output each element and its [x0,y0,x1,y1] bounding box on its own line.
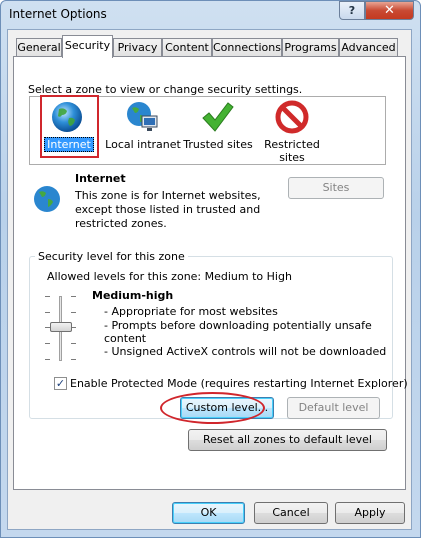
tab-general[interactable]: General [16,38,62,57]
zone-label-trusted-sites: Trusted sites [183,138,253,151]
tab-security[interactable]: Security [62,35,113,58]
tab-content[interactable]: Content [162,38,212,57]
intranet-icon [127,102,158,131]
zone-info-line-2: except those listed in trusted and [75,203,261,216]
default-level-button[interactable]: Default level [287,397,380,419]
zone-trusted-sites[interactable] [200,100,234,134]
level-point-4: - Unsigned ActiveX controls will not be … [104,345,387,358]
sites-button[interactable]: Sites [288,177,384,199]
security-level-group-title: Security level for this zone [35,250,188,263]
tab-advanced[interactable]: Advanced [339,38,398,57]
help-button[interactable]: ? [339,1,365,20]
zone-info-globe-icon [32,184,62,214]
protected-mode-checkbox[interactable]: ✓ [54,377,67,390]
zone-local-intranet[interactable] [125,100,161,134]
zone-info-line-1: This zone is for Internet websites, [75,189,261,202]
red-highlight-oval [160,392,265,424]
reset-all-zones-button[interactable]: Reset all zones to default level [188,429,387,451]
security-level-slider-thumb[interactable] [50,322,72,332]
title-bar[interactable]: Internet Options ? ✕ [1,1,420,29]
slider-tick [71,359,76,360]
slider-tick [71,296,76,297]
zone-info-title: Internet [75,172,126,185]
checkmark-icon [202,102,234,132]
slider-tick [45,359,50,360]
slider-tick [45,312,50,313]
slider-tick [45,343,50,344]
tab-privacy[interactable]: Privacy [113,38,162,57]
slider-tick [71,343,76,344]
slider-tick [71,312,76,313]
level-point-1: - Appropriate for most websites [104,305,278,318]
zone-restricted-sites[interactable] [275,100,309,134]
tab-connections[interactable]: Connections [212,38,282,57]
red-highlight-box [40,95,99,158]
restricted-icon [275,100,309,134]
allowed-levels-text: Allowed levels for this zone: Medium to … [47,270,292,283]
security-level-name: Medium-high [92,289,174,302]
zone-info-line-3: restricted zones. [75,217,167,230]
tab-programs[interactable]: Programs [282,38,339,57]
slider-tick [45,296,50,297]
ok-button[interactable]: OK [172,502,245,524]
level-point-2: - Prompts before downloading potentially… [104,319,372,332]
close-button[interactable]: ✕ [365,1,414,20]
apply-button[interactable]: Apply [335,502,405,524]
level-point-3: content [104,332,147,345]
protected-mode-label: Enable Protected Mode (requires restarti… [70,377,408,390]
zone-label-local-intranet: Local intranet [105,138,181,151]
cancel-button[interactable]: Cancel [254,502,328,524]
zone-label-restricted-sites: Restricted sites [264,138,320,164]
window-title: Internet Options [9,7,107,21]
